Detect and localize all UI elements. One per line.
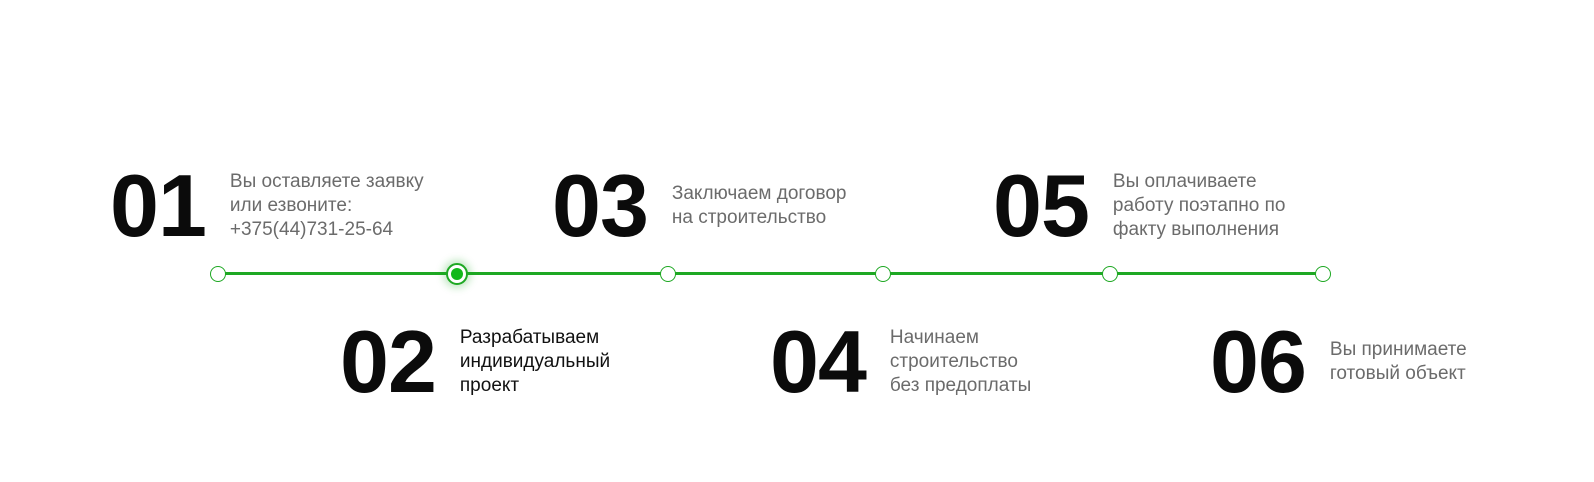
step-description: Начинаем строительство без предоплаты xyxy=(889,327,1032,396)
process-timeline: 01 Вы оставляете заявку или езвоните: +3… xyxy=(0,0,1594,482)
timeline-dot-step-2[interactable] xyxy=(446,263,468,285)
step-number: 01 xyxy=(110,156,207,255)
step-number: 04 xyxy=(770,312,867,411)
timeline-dot-step-1[interactable] xyxy=(210,266,226,282)
timeline-dot-step-5[interactable] xyxy=(1102,266,1118,282)
step-2[interactable]: 02 Разрабатываем индивидуальный проект xyxy=(340,318,610,406)
step-number: 03 xyxy=(552,156,649,255)
timeline-dot-step-3[interactable] xyxy=(660,266,676,282)
step-3[interactable]: 03 Заключаем договор на строительство xyxy=(552,162,847,250)
step-number: 02 xyxy=(340,312,437,411)
step-description: Разрабатываем индивидуальный проект xyxy=(459,327,611,396)
timeline-dot-step-4[interactable] xyxy=(875,266,891,282)
step-description: Вы принимаете готовый объект xyxy=(1329,339,1467,384)
step-5[interactable]: 05 Вы оплачиваете работу поэтапно по фак… xyxy=(993,162,1285,250)
step-1[interactable]: 01 Вы оставляете заявку или езвоните: +3… xyxy=(110,162,424,250)
step-description: Заключаем договор на строительство xyxy=(671,183,847,228)
step-6[interactable]: 06 Вы принимаете готовый объект xyxy=(1210,318,1467,406)
step-4[interactable]: 04 Начинаем строительство без предоплаты xyxy=(770,318,1031,406)
timeline-dot-step-6[interactable] xyxy=(1315,266,1331,282)
timeline-track xyxy=(218,272,1321,275)
step-description: Вы оставляете заявку или езвоните: +375(… xyxy=(229,171,424,240)
step-number: 05 xyxy=(993,156,1090,255)
step-description: Вы оплачиваете работу поэтапно по факту … xyxy=(1112,171,1286,240)
step-number: 06 xyxy=(1210,312,1307,411)
